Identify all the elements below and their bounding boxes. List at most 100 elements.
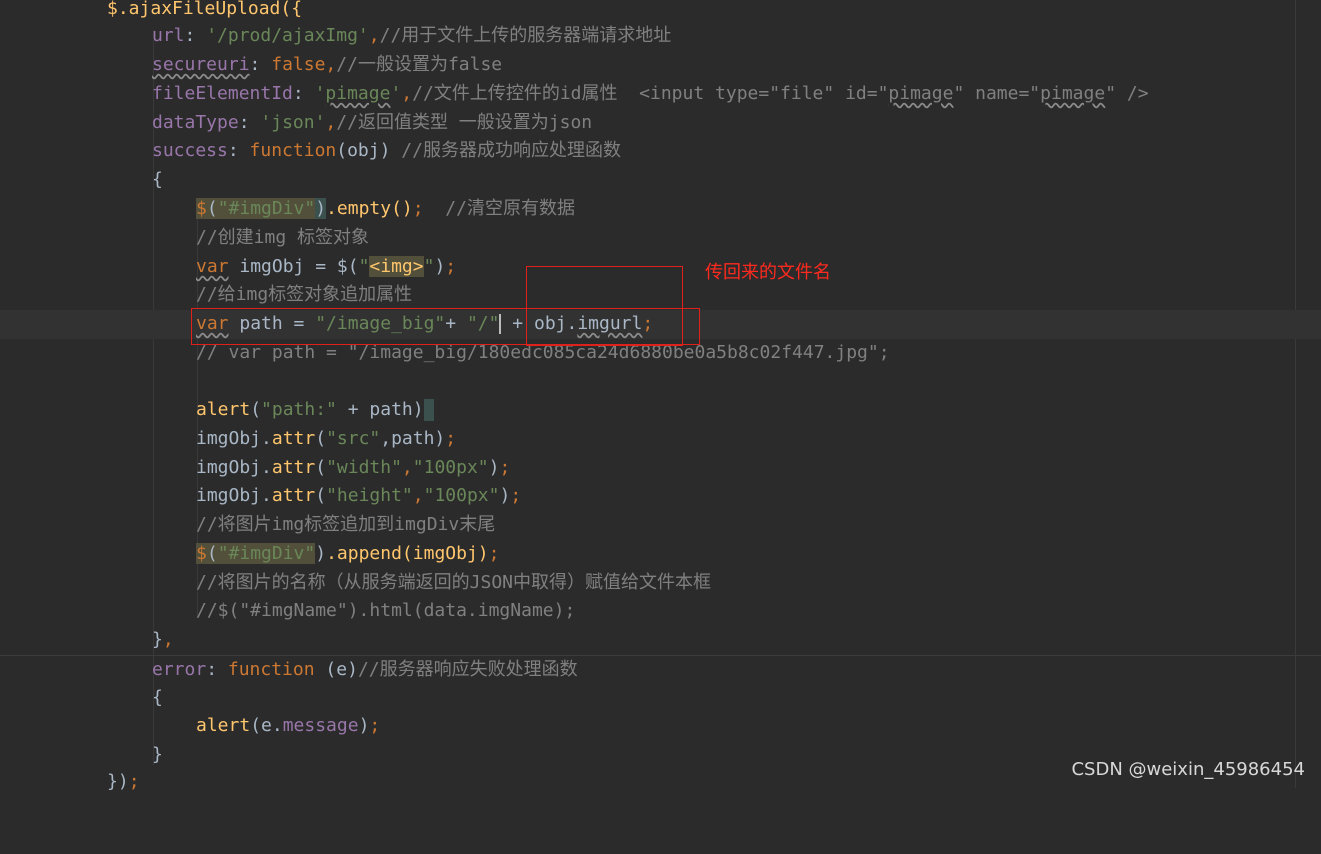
code-token: "100px" [412, 457, 489, 478]
code-token: "#imgDiv" [217, 543, 316, 564]
code-token: imgObj. [196, 428, 272, 449]
code-token: , [325, 54, 337, 75]
code-line[interactable]: imgObj.attr("src",path); [0, 425, 1321, 454]
code-comment: //用于文件上传的服务器端请求地址 [379, 25, 672, 46]
code-line[interactable]: alert("path:" + path) [0, 396, 1321, 425]
code-token: , [401, 457, 413, 478]
code-line[interactable]: $("#imgDiv").empty(); //清空原有数据 [0, 195, 1321, 224]
code-token: attr [271, 485, 316, 506]
code-token: pimage [325, 83, 391, 104]
code-token: : [184, 25, 207, 46]
code-token: ' [314, 83, 326, 104]
annotation-box-line [191, 308, 700, 345]
code-token: 'json' [260, 112, 326, 133]
code-token: ) [358, 715, 370, 736]
code-token: ; [369, 715, 381, 736]
code-comment: //文件上传控件的id属性 <input type="file" id=" [412, 83, 889, 104]
code-token: ; [499, 457, 511, 478]
code-line[interactable]: $("#imgDiv").append(imgObj); [0, 540, 1321, 569]
code-token: ( [206, 198, 218, 219]
code-token: attr [271, 428, 316, 449]
code-comment: //将图片img标签追加到imgDiv末尾 [196, 514, 496, 535]
caret-highlight [423, 399, 434, 421]
code-comment: //服务器成功响应处理函数 [401, 140, 621, 161]
code-token: ' [390, 83, 402, 104]
code-line[interactable]: $.ajaxFileUpload({ [0, 0, 1321, 24]
code-comment: " /> [1105, 83, 1149, 104]
code-comment: //给img标签对象追加属性 [196, 284, 413, 305]
code-token: message [282, 715, 359, 736]
code-token: success [152, 140, 228, 161]
code-comment: //返回值类型 一般设置为json [336, 112, 593, 133]
code-token: }) [107, 771, 129, 792]
code-token: ) [315, 543, 327, 564]
code-line[interactable]: error: function (e)//服务器响应失败处理函数 [0, 655, 1321, 685]
code-line[interactable]: imgObj.attr("height","100px"); [0, 482, 1321, 511]
code-token: var [196, 256, 229, 277]
code-line[interactable]: //将图片img标签追加到imgDiv末尾 [0, 511, 1321, 540]
code-token: error [152, 659, 207, 680]
code-token: : [238, 112, 261, 133]
code-line[interactable]: { [0, 166, 1321, 195]
code-line[interactable]: alert(e.message); [0, 712, 1321, 741]
code-line[interactable]: }, [0, 626, 1321, 655]
code-comment: //一般设置为false [336, 54, 503, 75]
code-token: : [227, 140, 250, 161]
annotation-label: 传回来的文件名 [705, 262, 831, 283]
code-token: <img> [369, 256, 424, 277]
code-token: alert [196, 399, 251, 420]
code-token: ; [445, 428, 457, 449]
code-token: " [423, 256, 435, 277]
code-token: ; [412, 198, 424, 219]
code-line[interactable]: dataType: 'json',//返回值类型 一般设置为json [0, 109, 1321, 138]
code-token: imgObj = $( [228, 256, 359, 277]
code-token: ) [488, 457, 500, 478]
code-comment: pimage [1040, 83, 1106, 104]
code-token: ( [315, 485, 327, 506]
code-token: url [152, 25, 185, 46]
code-token: ; [488, 543, 500, 564]
code-token: : [249, 54, 272, 75]
code-line[interactable]: //$("#imgName").html(data.imgName); [0, 597, 1321, 626]
code-token: } [152, 629, 163, 650]
code-comment: //创建img 标签对象 [196, 227, 370, 248]
code-editor[interactable]: $.ajaxFileUpload({ url: '/prod/ajaxImg',… [0, 0, 1321, 792]
code-token: , [412, 485, 424, 506]
code-line[interactable]: success: function(obj) //服务器成功响应处理函数 [0, 137, 1321, 166]
code-token: , [401, 83, 413, 104]
code-token: ,path) [380, 428, 446, 449]
code-token: .ajaxFileUpload({ [117, 0, 303, 19]
code-comment: //$("#imgName").html(data.imgName); [196, 600, 576, 621]
code-line[interactable]: fileElementId: 'pimage',//文件上传控件的id属性 <i… [0, 80, 1321, 109]
code-token: , [325, 112, 337, 133]
code-line[interactable]: secureuri: false,//一般设置为false [0, 51, 1321, 80]
code-token: ( [315, 428, 327, 449]
code-token: attr [271, 457, 316, 478]
code-token: $ [196, 198, 207, 219]
code-token: function [249, 140, 337, 161]
code-token: fileElementId [152, 83, 293, 104]
code-token: "#imgDiv" [217, 198, 316, 219]
code-comment: //服务器响应失败处理函数 [357, 659, 578, 680]
code-line[interactable]: url: '/prod/ajaxImg',//用于文件上传的服务器端请求地址 [0, 22, 1321, 51]
code-token: "height" [326, 485, 413, 506]
code-token: { [152, 169, 163, 190]
code-token: ( [206, 543, 218, 564]
code-comment: pimage [888, 83, 954, 104]
code-token: .empty() [326, 198, 413, 219]
code-token: function [227, 659, 315, 680]
code-comment: //清空原有数据 [423, 198, 575, 219]
code-token: .append(imgObj) [326, 543, 489, 564]
code-line[interactable]: { [0, 684, 1321, 713]
code-token: $ [196, 543, 207, 564]
code-token: ) [315, 198, 327, 219]
code-comment: //将图片的名称（从服务端返回的JSON中取得）赋值给文件本框 [196, 572, 712, 593]
code-token: , [162, 629, 174, 650]
code-token: "100px" [423, 485, 500, 506]
code-line[interactable]: imgObj.attr("width","100px"); [0, 454, 1321, 483]
code-token: secureuri [152, 54, 250, 75]
code-line[interactable]: //创建img 标签对象 [0, 224, 1321, 253]
code-token: false [271, 54, 326, 75]
code-line[interactable]: //将图片的名称（从服务端返回的JSON中取得）赋值给文件本框 [0, 569, 1321, 598]
code-token: ) [499, 485, 511, 506]
